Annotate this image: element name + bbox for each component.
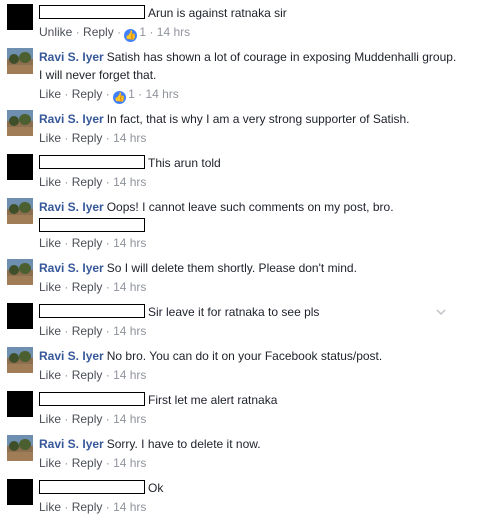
comment-text: Ok — [148, 481, 164, 495]
comment-body: Arun is against ratnaka sir — [39, 4, 459, 22]
comment-text: Oops! I cannot leave such comments on my… — [106, 200, 394, 214]
comment-body: Ravi S. Iyer Satish has shown a lot of co… — [39, 48, 459, 84]
unlike-link[interactable]: Unlike — [39, 25, 72, 39]
reply-link[interactable]: Reply — [72, 412, 103, 426]
author-name[interactable]: Ravi S. Iyer — [39, 200, 104, 214]
comment-actions: Like · Reply · 14 hrs — [39, 236, 147, 250]
avatar[interactable] — [7, 391, 33, 417]
timestamp[interactable]: 14 hrs — [157, 25, 190, 39]
avatar[interactable] — [7, 198, 33, 224]
author-name[interactable]: Ravi S. Iyer — [39, 437, 104, 451]
comment-body: Ravi S. Iyer No bro. You can do it on you… — [39, 347, 459, 365]
comment-body: This arun told — [39, 154, 459, 172]
like-link[interactable]: Like — [39, 368, 61, 382]
chevron-down-icon[interactable] — [436, 307, 446, 317]
like-link[interactable]: Like — [39, 324, 61, 338]
like-link[interactable]: Like — [39, 280, 61, 294]
timestamp[interactable]: 14 hrs — [113, 280, 146, 294]
avatar[interactable] — [7, 4, 33, 30]
like-link[interactable]: Like — [39, 87, 61, 101]
comment-body: Ravi S. Iyer In fact, that is why I am a … — [39, 110, 459, 128]
like-count[interactable]: 1 — [128, 87, 135, 101]
redacted-name — [39, 480, 145, 494]
like-thumb-icon[interactable]: 👍 — [124, 29, 138, 42]
reply-link[interactable]: Reply — [72, 280, 103, 294]
timestamp[interactable]: 14 hrs — [113, 500, 146, 514]
reply-link[interactable]: Reply — [72, 456, 103, 470]
comment-actions: Like · Reply · 14 hrs — [39, 368, 147, 382]
like-thumb-icon[interactable]: 👍 — [113, 91, 127, 104]
reply-link[interactable]: Reply — [72, 324, 103, 338]
like-link[interactable]: Like — [39, 175, 61, 189]
author-name[interactable]: Ravi S. Iyer — [39, 261, 104, 275]
timestamp[interactable]: 14 hrs — [113, 368, 146, 382]
comment-text: In fact, that is why I am a very strong … — [106, 112, 410, 126]
comment-actions: Like · Reply · 14 hrs — [39, 324, 147, 338]
timestamp[interactable]: 14 hrs — [113, 456, 146, 470]
avatar[interactable] — [7, 259, 33, 285]
reply-link[interactable]: Reply — [72, 500, 103, 514]
comment-text: So I will delete them shortly. Please do… — [106, 261, 357, 275]
comment-text: Sir leave it for ratnaka to see pls — [148, 305, 320, 319]
comment-actions: Like · Reply · 14 hrs — [39, 175, 147, 189]
timestamp[interactable]: 14 hrs — [113, 324, 146, 338]
comment-actions: Like · Reply · 👍 1 · 14 hrs — [39, 87, 179, 104]
like-count[interactable]: 1 — [139, 25, 146, 39]
comment-actions: Like · Reply · 14 hrs — [39, 456, 147, 470]
timestamp[interactable]: 14 hrs — [113, 131, 146, 145]
comment-actions: Like · Reply · 14 hrs — [39, 280, 147, 294]
comment-text: First let me alert ratnaka — [148, 393, 278, 407]
reply-link[interactable]: Reply — [72, 131, 103, 145]
avatar[interactable] — [7, 435, 33, 461]
avatar[interactable] — [7, 48, 33, 74]
avatar[interactable] — [7, 479, 33, 505]
comment-actions: Like · Reply · 14 hrs — [39, 412, 147, 426]
comment-body: Ravi S. Iyer Sorry. I have to delete it n… — [39, 435, 459, 453]
timestamp[interactable]: 14 hrs — [113, 175, 146, 189]
author-name[interactable]: Ravi S. Iyer — [39, 349, 104, 363]
reply-link[interactable]: Reply — [72, 87, 103, 101]
comment-thread: Arun is against ratnaka sir Unlike · Rep… — [0, 0, 480, 518]
avatar[interactable] — [7, 110, 33, 136]
comment-body: Ravi S. Iyer So I will delete them shortl… — [39, 259, 459, 277]
comment-actions: Like · Reply · 14 hrs — [39, 500, 147, 514]
reply-link[interactable]: Reply — [72, 236, 103, 250]
like-link[interactable]: Like — [39, 456, 61, 470]
redacted-name — [39, 155, 145, 169]
redacted-name — [39, 5, 145, 19]
comment-body: First let me alert ratnaka — [39, 391, 459, 409]
reply-link[interactable]: Reply — [72, 175, 103, 189]
comment-body: Ok — [39, 479, 459, 497]
like-link[interactable]: Like — [39, 131, 61, 145]
author-name[interactable]: Ravi S. Iyer — [39, 112, 104, 126]
comment-text: No bro. You can do it on your Facebook s… — [106, 349, 383, 363]
comment-body: Sir leave it for ratnaka to see pls — [39, 303, 459, 321]
redacted-mention — [39, 218, 145, 232]
redacted-name — [39, 304, 145, 318]
reply-link[interactable]: Reply — [83, 25, 114, 39]
like-link[interactable]: Like — [39, 236, 61, 250]
comment-text: This arun told — [148, 156, 221, 170]
comment-text: Arun is against ratnaka sir — [148, 6, 287, 20]
like-link[interactable]: Like — [39, 500, 61, 514]
avatar[interactable] — [7, 303, 33, 329]
comment-actions: Like · Reply · 14 hrs — [39, 131, 147, 145]
like-link[interactable]: Like — [39, 412, 61, 426]
redacted-name — [39, 392, 145, 406]
comment-body: Ravi S. Iyer Oops! I cannot leave such co… — [39, 198, 459, 232]
avatar[interactable] — [7, 347, 33, 373]
timestamp[interactable]: 14 hrs — [145, 87, 178, 101]
timestamp[interactable]: 14 hrs — [113, 412, 146, 426]
avatar[interactable] — [7, 154, 33, 180]
author-name[interactable]: Ravi S. Iyer — [39, 50, 104, 64]
comment-actions: Unlike · Reply · 👍 1 · 14 hrs — [39, 25, 191, 42]
reply-link[interactable]: Reply — [72, 368, 103, 382]
timestamp[interactable]: 14 hrs — [113, 236, 146, 250]
comment-text: Sorry. I have to delete it now. — [106, 437, 261, 451]
